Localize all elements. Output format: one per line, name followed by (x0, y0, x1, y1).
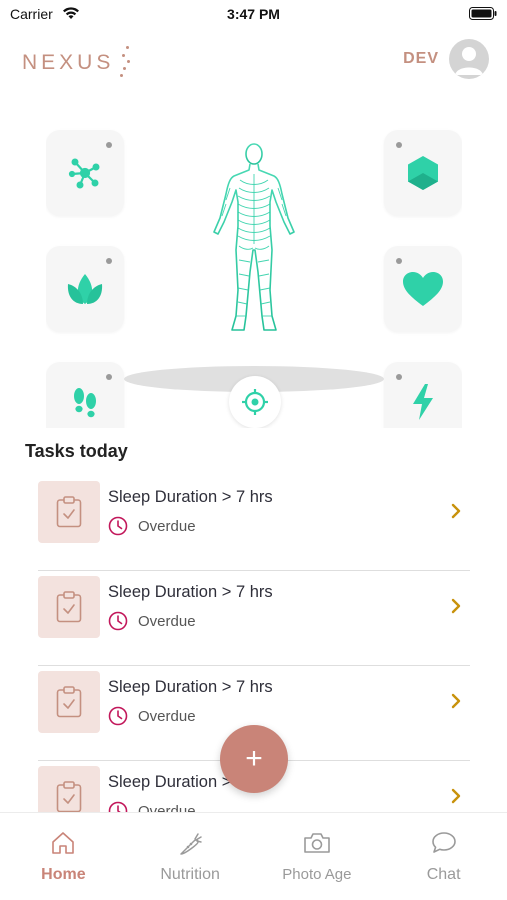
bottom-tab-bar: Home Nutrition Photo Age Chat (0, 812, 507, 900)
chevron-right-icon[interactable] (450, 502, 462, 520)
task-status-text: Overdue (138, 707, 196, 725)
task-thumbnail (38, 671, 100, 733)
task-title: Sleep Duration > 7 hrs (108, 583, 273, 601)
task-item[interactable]: Sleep Duration > 7 hrs Overdue (38, 571, 470, 666)
avatar[interactable] (449, 39, 489, 79)
task-title: Sleep Duration > 7 hrs (108, 488, 273, 506)
indicator-dot (396, 142, 402, 148)
body-visualization-panel (46, 114, 462, 428)
hexagon-icon (408, 156, 438, 190)
clock-icon (108, 611, 128, 631)
indicator-dot (396, 374, 402, 380)
task-thumbnail (38, 576, 100, 638)
carrot-icon (180, 833, 202, 855)
tab-label: Nutrition (160, 866, 220, 883)
footprints-icon (74, 388, 96, 418)
chevron-right-icon[interactable] (450, 692, 462, 710)
plus-icon: + (245, 742, 263, 775)
heart-icon (403, 272, 443, 306)
body-scan-button[interactable] (229, 376, 281, 428)
clock-time: 3:47 PM (227, 6, 280, 22)
clock-icon (108, 801, 128, 812)
task-status-text: Overdue (138, 517, 196, 535)
human-body-icon (213, 143, 295, 331)
chevron-right-icon[interactable] (450, 787, 462, 805)
clock-icon (108, 516, 128, 536)
clipboard-check-icon (56, 781, 82, 812)
nutrition-tile[interactable] (46, 246, 124, 332)
indicator-dot (106, 374, 112, 380)
target-icon (242, 389, 268, 415)
tab-home[interactable]: Home (0, 813, 127, 900)
indicator-dot (106, 258, 112, 264)
lightning-icon (413, 384, 433, 420)
clipboard-check-icon (56, 496, 82, 528)
tab-label: Home (41, 866, 86, 883)
task-status: Overdue (108, 706, 196, 726)
task-status: Overdue (108, 516, 196, 536)
brand-logo: NEXUS (22, 46, 132, 80)
brand-name: NEXUS (22, 51, 115, 74)
add-task-button[interactable]: + (220, 725, 288, 793)
task-status: Overdue (108, 801, 196, 812)
clipboard-check-icon (56, 591, 82, 623)
task-title: Sleep Duration > 7 hrs (108, 678, 273, 696)
chat-bubble-icon (431, 832, 456, 853)
task-status: Overdue (108, 611, 196, 631)
user-silhouette-icon (455, 47, 483, 75)
battery-icon (469, 7, 497, 20)
energy-tile[interactable] (384, 362, 462, 428)
app-header: NEXUS DEV (0, 28, 507, 92)
tab-nutrition[interactable]: Nutrition (127, 813, 254, 900)
status-bar: Carrier 3:47 PM (0, 0, 507, 28)
tasks-heading: Tasks today (25, 441, 128, 461)
tab-photo-age[interactable]: Photo Age (254, 813, 381, 900)
profile-name: DEV (403, 50, 439, 67)
clipboard-check-icon (56, 686, 82, 718)
brand-dots-icon (118, 46, 132, 80)
network-tile[interactable] (46, 130, 124, 216)
activity-tile[interactable] (46, 362, 124, 428)
tab-label: Photo Age (282, 866, 352, 883)
clock-icon (108, 706, 128, 726)
leaves-icon (67, 274, 103, 304)
human-body-figure (192, 140, 316, 340)
network-icon (68, 158, 100, 189)
task-status-text: Overdue (138, 802, 196, 813)
home-icon (52, 832, 75, 854)
task-thumbnail (38, 766, 100, 812)
indicator-dot (106, 142, 112, 148)
profile-button[interactable]: DEV (403, 39, 489, 79)
task-item[interactable]: Sleep Duration > 7 hrs Overdue (38, 476, 470, 571)
tab-label: Chat (426, 866, 461, 883)
structure-tile[interactable] (384, 130, 462, 216)
tab-chat[interactable]: Chat (380, 813, 507, 900)
task-status-text: Overdue (138, 612, 196, 630)
chevron-right-icon[interactable] (450, 597, 462, 615)
indicator-dot (396, 258, 402, 264)
camera-icon (304, 833, 330, 853)
heart-tile[interactable] (384, 246, 462, 332)
task-thumbnail (38, 481, 100, 543)
